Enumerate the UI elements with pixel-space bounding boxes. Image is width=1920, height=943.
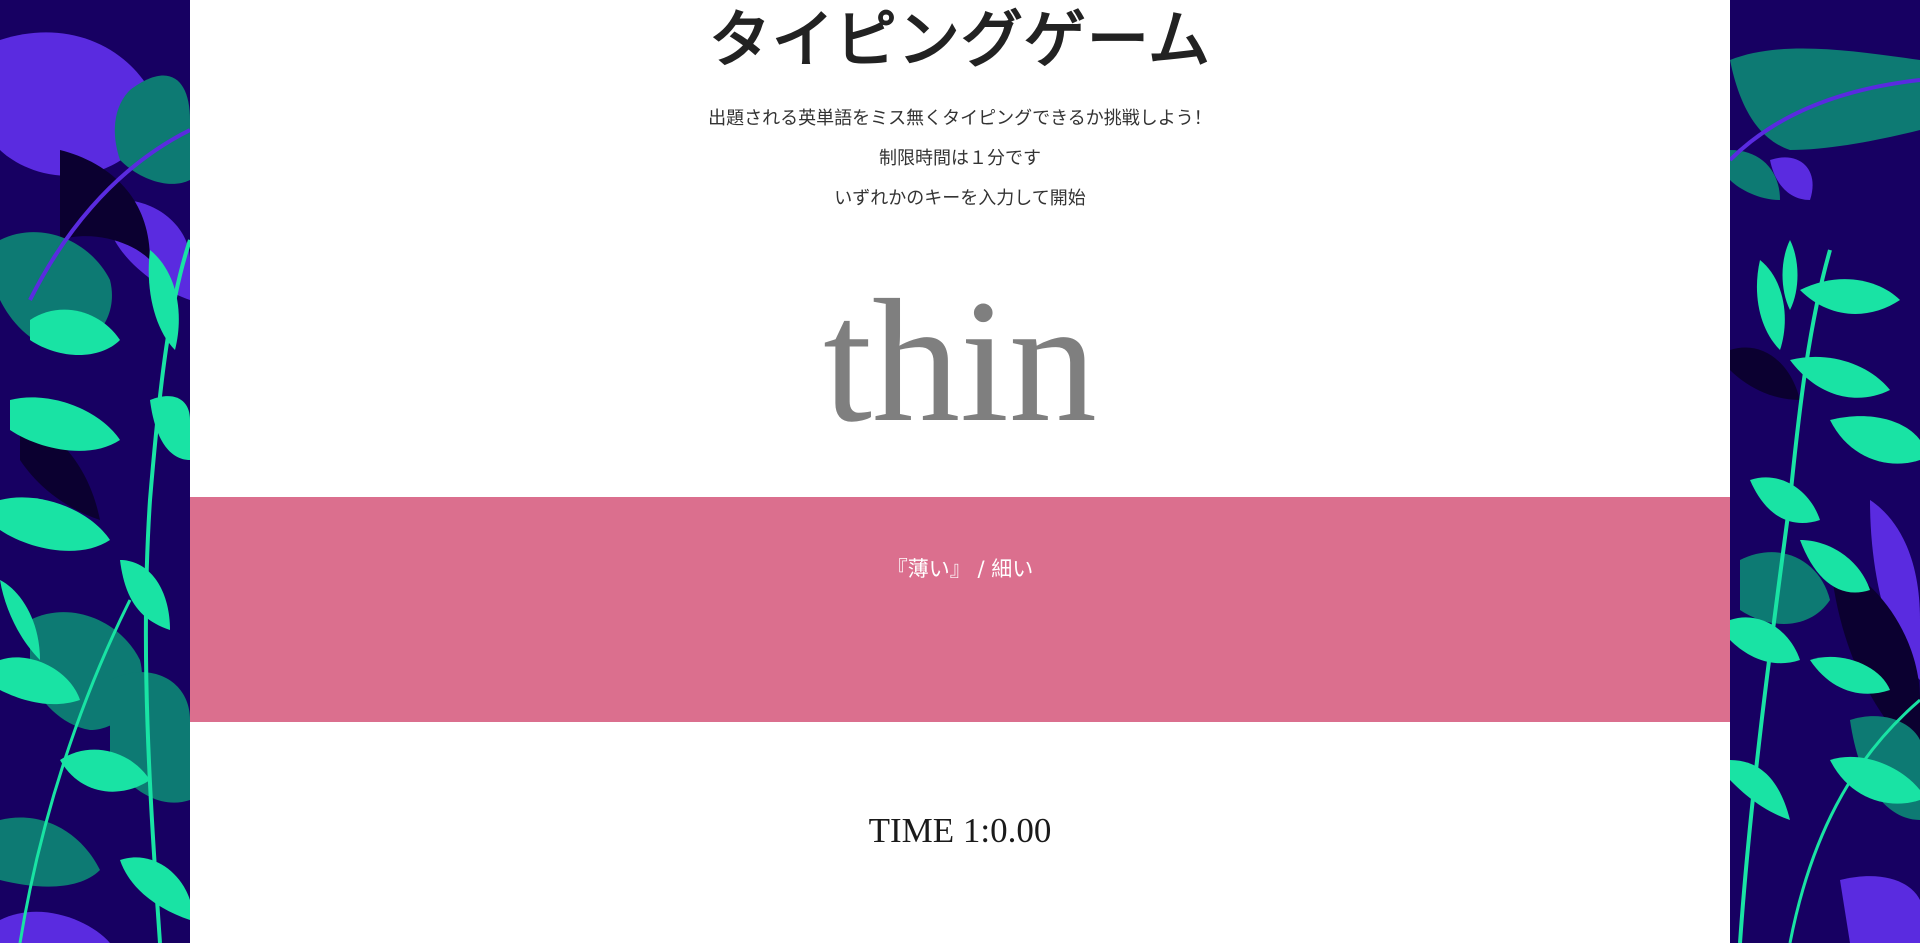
left-leaf-decoration [0,0,190,943]
instruction-challenge: 出題される英単語をミス無くタイピングできるか挑戦しよう！ [708,108,1212,129]
leaf-pattern-right [1730,0,1920,943]
game-container: タイピングゲーム 出題される英単語をミス無くタイピングできるか挑戦しよう！ 制限… [190,0,1730,943]
leaf-pattern-left [0,0,190,943]
page-title: タイピングゲーム [708,3,1212,76]
word-meaning: 『薄い』 / 細い [886,557,1034,581]
right-leaf-decoration [1730,0,1920,943]
target-word: thin [823,264,1097,459]
instruction-time-limit: 制限時間は１分です [879,148,1041,169]
instruction-start: いずれかのキーを入力して開始 [834,188,1086,209]
meaning-panel: 『薄い』 / 細い [190,497,1730,722]
timer-display: TIME 1:0.00 [868,811,1052,850]
